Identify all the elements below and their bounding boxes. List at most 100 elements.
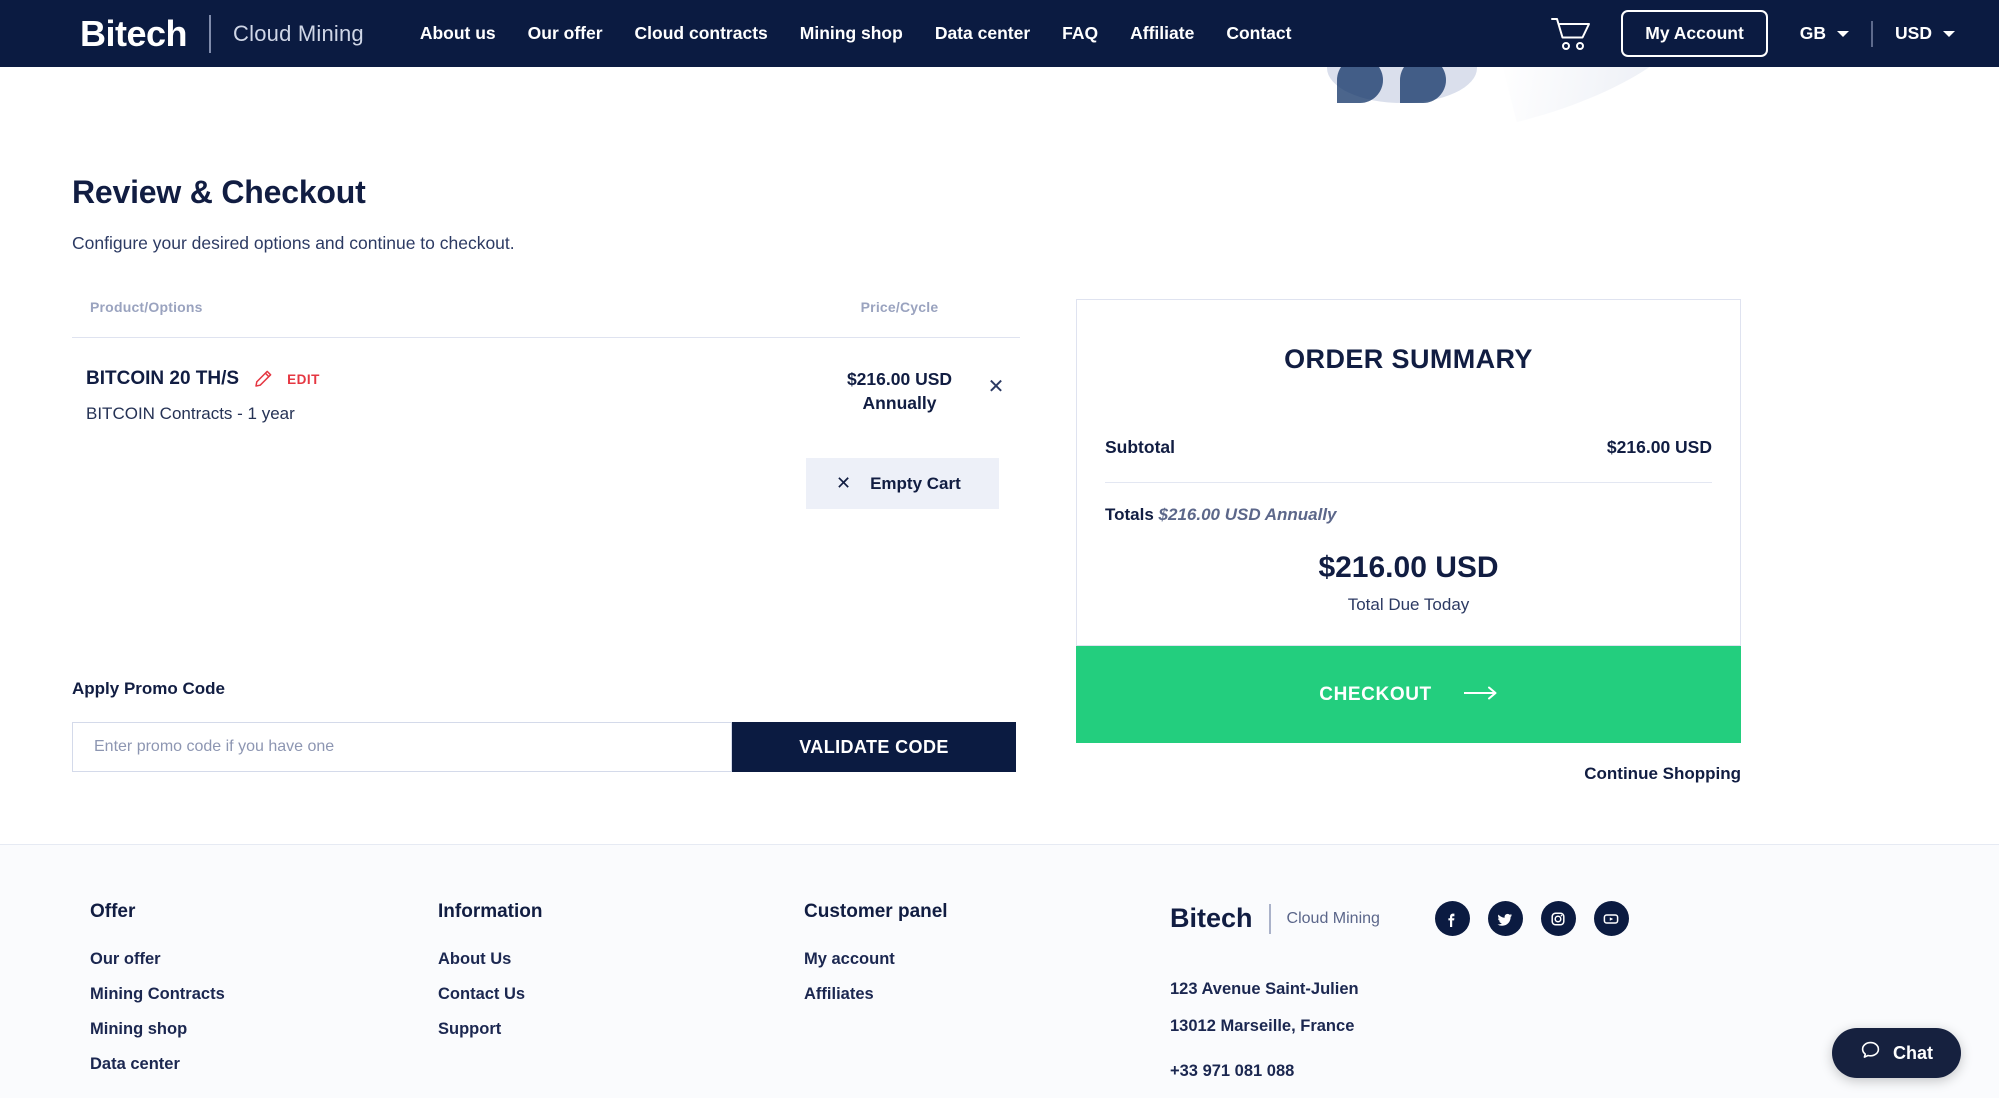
validate-code-button[interactable]: VALIDATE CODE <box>732 722 1016 772</box>
nav-link-mining-shop[interactable]: Mining shop <box>800 23 903 44</box>
footer-heading-offer: Offer <box>90 901 136 922</box>
total-due-today-label: Total Due Today <box>1347 595 1470 614</box>
totals-row: Totals $216.00 USD Annually <box>1105 483 1712 525</box>
cart-item-product-cell: BITCOIN 20 TH/S EDIT BITCOIN Contracts -… <box>72 368 827 424</box>
footer-column-information: Information About Us Contact Us Support <box>438 901 804 1098</box>
nav-link-about-us[interactable]: About us <box>420 23 496 44</box>
region-selector-value: GB <box>1799 23 1827 43</box>
cart-item-row: BITCOIN 20 TH/S EDIT BITCOIN Contracts -… <box>72 338 1020 424</box>
logo-tagline: Cloud Mining <box>233 20 364 46</box>
logo-brand-name: Bitech <box>80 12 188 54</box>
empty-cart-button[interactable]: ✕ Empty Cart <box>806 458 999 509</box>
promo-code-section: Apply Promo Code VALIDATE CODE <box>72 679 1020 772</box>
footer-heading-information: Information <box>438 901 543 922</box>
cart-item-price: $216.00 USD <box>846 369 953 389</box>
footer-logo-brand-name: Bitech <box>1170 903 1253 933</box>
close-icon: ✕ <box>836 473 852 493</box>
my-account-button[interactable]: My Account <box>1621 10 1768 57</box>
youtube-icon[interactable] <box>1593 901 1629 936</box>
pencil-icon[interactable] <box>253 369 273 389</box>
footer-heading-customer-panel: Customer panel <box>804 901 948 922</box>
subtotal-value: $216.00 USD <box>1606 437 1712 457</box>
footer-link-data-center[interactable]: Data center <box>90 1055 438 1074</box>
cart-item-title-line: BITCOIN 20 TH/S EDIT <box>86 368 827 390</box>
footer-address-line-2: 13012 Marseille, France <box>1170 1017 1355 1035</box>
checkout-button[interactable]: CHECKOUT <box>1076 646 1741 743</box>
nav-link-our-offer[interactable]: Our offer <box>528 23 603 44</box>
footer-link-contact-us[interactable]: Contact Us <box>438 985 804 1004</box>
footer-link-support[interactable]: Support <box>438 1020 804 1039</box>
twitter-icon[interactable] <box>1487 901 1523 936</box>
chat-label: Chat <box>1893 1042 1933 1063</box>
cart-column: Product/Options Price/Cycle BITCOIN 20 T… <box>72 299 1020 772</box>
order-summary-card: ORDER SUMMARY Subtotal $216.00 USD Total… <box>1076 299 1741 646</box>
footer-logo-divider <box>1268 903 1271 934</box>
page-content: Review & Checkout Configure your desired… <box>0 67 1999 784</box>
instagram-icon[interactable] <box>1540 901 1576 936</box>
currency-selector[interactable]: USD <box>1895 23 1955 44</box>
checkout-button-label: CHECKOUT <box>1319 683 1432 705</box>
promo-code-label: Apply Promo Code <box>72 679 226 698</box>
chat-widget-button[interactable]: Chat <box>1832 1028 1961 1078</box>
currency-selector-value: USD <box>1895 23 1932 43</box>
chat-bubble-icon <box>1860 1040 1881 1066</box>
arrow-right-icon <box>1462 684 1498 706</box>
nav-link-cloud-contracts[interactable]: Cloud contracts <box>635 23 768 44</box>
site-footer: Offer Our offer Mining Contracts Mining … <box>0 845 1999 1098</box>
nav-link-contact[interactable]: Contact <box>1226 23 1291 44</box>
top-navigation-bar: Bitech Cloud Mining About us Our offer C… <box>0 0 1999 67</box>
totals-value: $216.00 USD Annually <box>1158 505 1337 524</box>
order-summary-title: ORDER SUMMARY <box>1284 344 1533 374</box>
column-header-price: Price/Cycle <box>860 299 939 315</box>
social-links <box>1434 901 1629 936</box>
cart-table-header: Product/Options Price/Cycle <box>72 299 1020 338</box>
region-selector[interactable]: GB <box>1799 23 1850 44</box>
cart-item-cycle: Annually <box>862 392 937 413</box>
column-header-product: Product/Options <box>90 299 203 315</box>
promo-code-input[interactable] <box>72 722 732 772</box>
order-summary-column: ORDER SUMMARY Subtotal $216.00 USD Total… <box>1076 299 1741 784</box>
footer-column-customer-panel: Customer panel My account Affiliates <box>804 901 1170 1098</box>
footer-link-mining-contracts[interactable]: Mining Contracts <box>90 985 438 1004</box>
footer-link-about-us[interactable]: About Us <box>438 950 804 969</box>
footer-address-line-1: 123 Avenue Saint-Julien <box>1170 980 1359 998</box>
footer-link-affiliates[interactable]: Affiliates <box>804 985 1170 1004</box>
empty-cart-row: ✕ Empty Cart <box>72 458 1020 509</box>
nav-link-data-center[interactable]: Data center <box>935 23 1030 44</box>
nav-link-faq[interactable]: FAQ <box>1062 23 1098 44</box>
footer-logo-tagline: Cloud Mining <box>1286 909 1380 927</box>
page-title: Review & Checkout <box>72 174 366 210</box>
primary-nav-links: About us Our offer Cloud contracts Minin… <box>420 23 1292 44</box>
checkout-layout: Product/Options Price/Cycle BITCOIN 20 T… <box>72 299 1927 784</box>
promo-code-row: VALIDATE CODE <box>72 722 1020 772</box>
shopping-cart-icon[interactable] <box>1551 17 1591 51</box>
chevron-down-icon <box>1943 30 1955 37</box>
edit-item-link[interactable]: EDIT <box>287 372 320 387</box>
nav-link-affiliate[interactable]: Affiliate <box>1130 23 1194 44</box>
footer-column-contact: Bitech Cloud Mining 123 Avenue Saint-Jul… <box>1170 901 1927 1098</box>
subtotal-label: Subtotal <box>1105 437 1175 457</box>
totals-label: Totals <box>1105 505 1154 524</box>
subtotal-row: Subtotal $216.00 USD <box>1105 375 1712 482</box>
chevron-down-icon <box>1837 30 1850 37</box>
page-subtitle: Configure your desired options and conti… <box>72 233 515 253</box>
nav-right-divider <box>1871 20 1874 47</box>
remove-item-button[interactable]: ✕ <box>972 368 1020 424</box>
facebook-icon[interactable] <box>1434 901 1470 936</box>
cart-item-price-cell: $216.00 USD Annually <box>827 368 972 424</box>
logo-divider <box>209 14 212 53</box>
nav-right-group: My Account GB USD <box>1551 10 1955 57</box>
footer-link-our-offer[interactable]: Our offer <box>90 950 438 969</box>
cart-item-description: BITCOIN Contracts - 1 year <box>86 404 295 423</box>
site-logo[interactable]: Bitech Cloud Mining <box>80 12 364 54</box>
empty-cart-label: Empty Cart <box>870 473 961 493</box>
cart-item-name: BITCOIN 20 TH/S <box>86 368 240 389</box>
continue-shopping-link[interactable]: Continue Shopping <box>1076 764 1741 784</box>
footer-link-my-account[interactable]: My account <box>804 950 1170 969</box>
footer-brand-row: Bitech Cloud Mining <box>1170 901 1927 936</box>
footer-address-block: 123 Avenue Saint-Julien 13012 Marseille,… <box>1170 980 1927 1098</box>
footer-column-offer: Offer Our offer Mining Contracts Mining … <box>72 901 438 1098</box>
footer-phone[interactable]: +33 971 081 088 <box>1170 1062 1927 1081</box>
grand-total-value: $216.00 USD <box>1318 551 1499 584</box>
footer-link-mining-shop[interactable]: Mining shop <box>90 1020 438 1039</box>
